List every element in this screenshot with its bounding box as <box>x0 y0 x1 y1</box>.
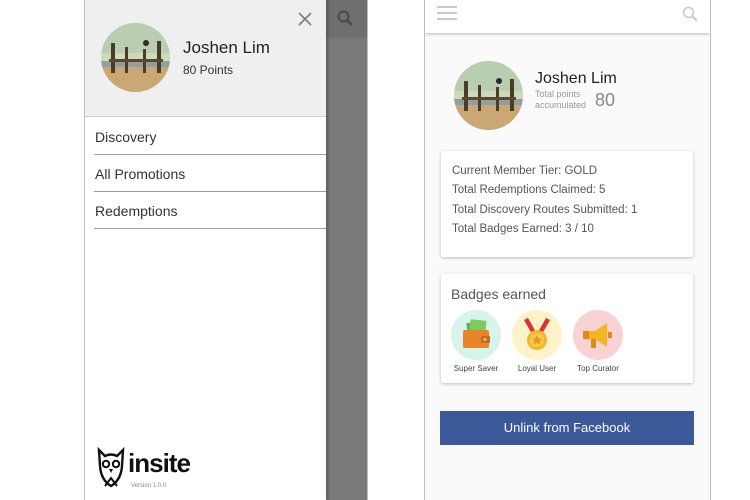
app-bar <box>425 0 710 33</box>
drawer-menu: Discovery All Promotions Redemptions <box>85 118 326 229</box>
badge-label: Top Curator <box>577 364 619 373</box>
menu-icon[interactable] <box>437 6 457 22</box>
wallet-icon <box>451 310 501 360</box>
owl-icon <box>97 446 125 488</box>
search-icon[interactable] <box>682 6 698 27</box>
badge-label: Super Saver <box>453 364 499 373</box>
stat-redemptions: Total Redemptions Claimed: 5 <box>452 184 606 197</box>
stat-discovery-routes: Total Discovery Routes Submitted: 1 <box>452 203 638 216</box>
menu-item-redemptions[interactable]: Redemptions <box>94 192 326 229</box>
unlink-facebook-button[interactable]: Unlink from Facebook <box>440 411 694 445</box>
search-icon <box>337 10 353 31</box>
drawer-screen: Joshen Lim 80 Points Discovery All Promo… <box>84 0 368 500</box>
menu-item-all-promotions[interactable]: All Promotions <box>94 155 326 192</box>
profile-name: Joshen Lim <box>535 70 617 87</box>
badge-top-curator[interactable]: Top Curator <box>568 310 628 373</box>
points-label: Total points accumulated <box>535 89 587 110</box>
member-stats-card: Current Member Tier: GOLD Total Redempti… <box>441 151 693 257</box>
app-version: Version 1.0.0 <box>131 483 167 489</box>
badges-card: Badges earned Super Saver Loyal User Top… <box>441 274 693 383</box>
avatar <box>101 23 170 92</box>
close-icon[interactable] <box>296 10 314 28</box>
brand-name: insite <box>128 448 191 478</box>
brand-logo: insite Version 1.0.0 <box>96 446 206 492</box>
profile-screen: Joshen Lim Total points accumulated 80 C… <box>424 0 711 500</box>
stat-member-tier: Current Member Tier: GOLD <box>452 165 598 177</box>
megaphone-icon <box>573 310 623 360</box>
medal-icon <box>512 310 562 360</box>
menu-item-discovery[interactable]: Discovery <box>94 118 326 155</box>
stat-badges-earned: Total Badges Earned: 3 / 10 <box>452 222 594 235</box>
drawer-user-name: Joshen Lim <box>183 38 270 57</box>
screens-canvas: Joshen Lim 80 Points Discovery All Promo… <box>0 0 750 500</box>
drawer-header: Joshen Lim 80 Points <box>85 0 326 117</box>
avatar <box>454 61 523 130</box>
badges-title: Badges earned <box>451 286 546 302</box>
badge-loyal-user[interactable]: Loyal User <box>507 310 567 373</box>
badge-label: Loyal User <box>517 364 557 373</box>
points-value: 80 <box>595 90 616 110</box>
drawer-user-points: 80 Points <box>183 63 234 77</box>
badge-super-saver[interactable]: Super Saver <box>446 310 506 373</box>
navigation-drawer: Joshen Lim 80 Points Discovery All Promo… <box>85 0 326 500</box>
